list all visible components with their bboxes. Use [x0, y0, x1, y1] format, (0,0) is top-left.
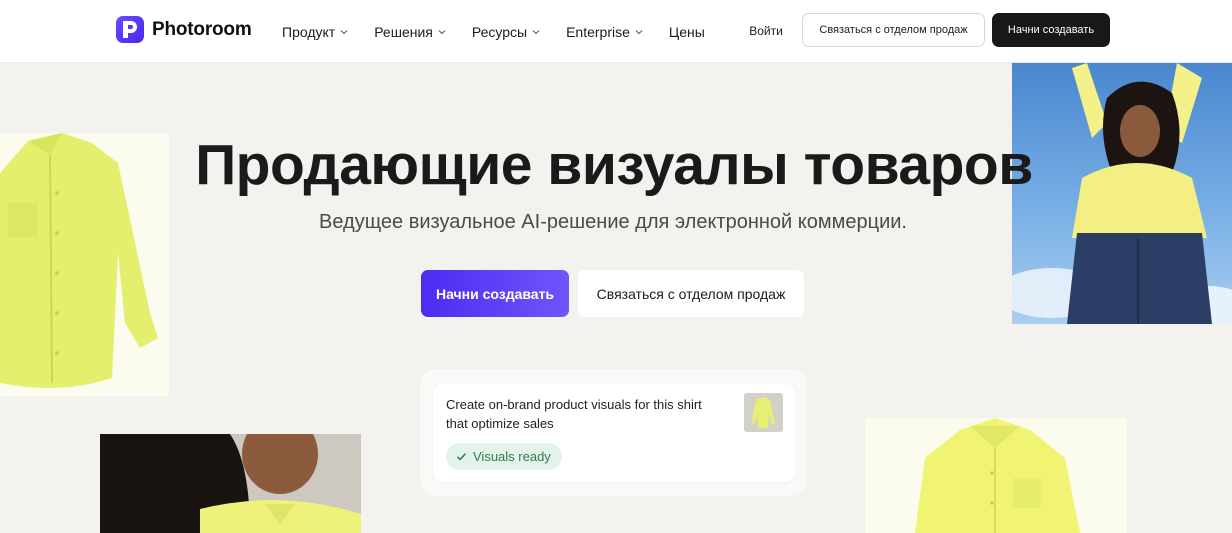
visuals-ready-badge: Visuals ready [446, 443, 562, 470]
hero-start-creating-button[interactable]: Начни создавать [421, 270, 569, 317]
nav-item-enterprise[interactable]: Enterprise [566, 24, 643, 40]
check-icon [456, 453, 467, 461]
logo-wordmark: Photoroom [152, 18, 252, 40]
photoroom-logo[interactable]: Photoroom [116, 16, 252, 43]
chevron-down-icon [438, 29, 446, 34]
contact-sales-button[interactable]: Связаться с отделом продаж [802, 13, 985, 47]
nav-item-pricing[interactable]: Цены [669, 24, 705, 40]
yellow-shirt-folded-photo [865, 418, 1127, 533]
shirt-thumbnail [744, 393, 783, 432]
status-label: Visuals ready [473, 449, 551, 464]
chevron-down-icon [532, 29, 540, 34]
main-nav: Продукт Решения Ресурсы Enterprise Цены [282, 0, 705, 63]
nav-item-label: Решения [374, 23, 433, 40]
chevron-down-icon [635, 29, 643, 34]
hero-contact-sales-button[interactable]: Связаться с отделом продаж [578, 270, 804, 317]
nav-item-product[interactable]: Продукт [282, 24, 348, 40]
nav-item-label: Enterprise [566, 23, 630, 40]
nav-item-resources[interactable]: Ресурсы [472, 24, 540, 40]
chevron-down-icon [340, 29, 348, 34]
hero-title: Продающие визуалы товаров [195, 133, 1033, 197]
top-navigation-bar: Photoroom Продукт Решения Ресурсы Enterp… [0, 0, 1232, 63]
photoroom-logo-icon [116, 16, 144, 43]
nav-item-label: Цены [668, 23, 705, 40]
prompt-text: Create on-brand product visuals for this… [446, 397, 702, 431]
nav-item-solutions[interactable]: Решения [374, 24, 446, 40]
hero-subtitle: Ведущее визуальное AI-решение для электр… [319, 211, 907, 233]
nav-item-label: Ресурсы [471, 23, 528, 40]
model-portrait-photo [100, 434, 361, 533]
nav-item-label: Продукт [282, 23, 336, 40]
start-creating-button[interactable]: Начни создавать [992, 13, 1110, 47]
login-button[interactable]: Войти [740, 14, 792, 47]
